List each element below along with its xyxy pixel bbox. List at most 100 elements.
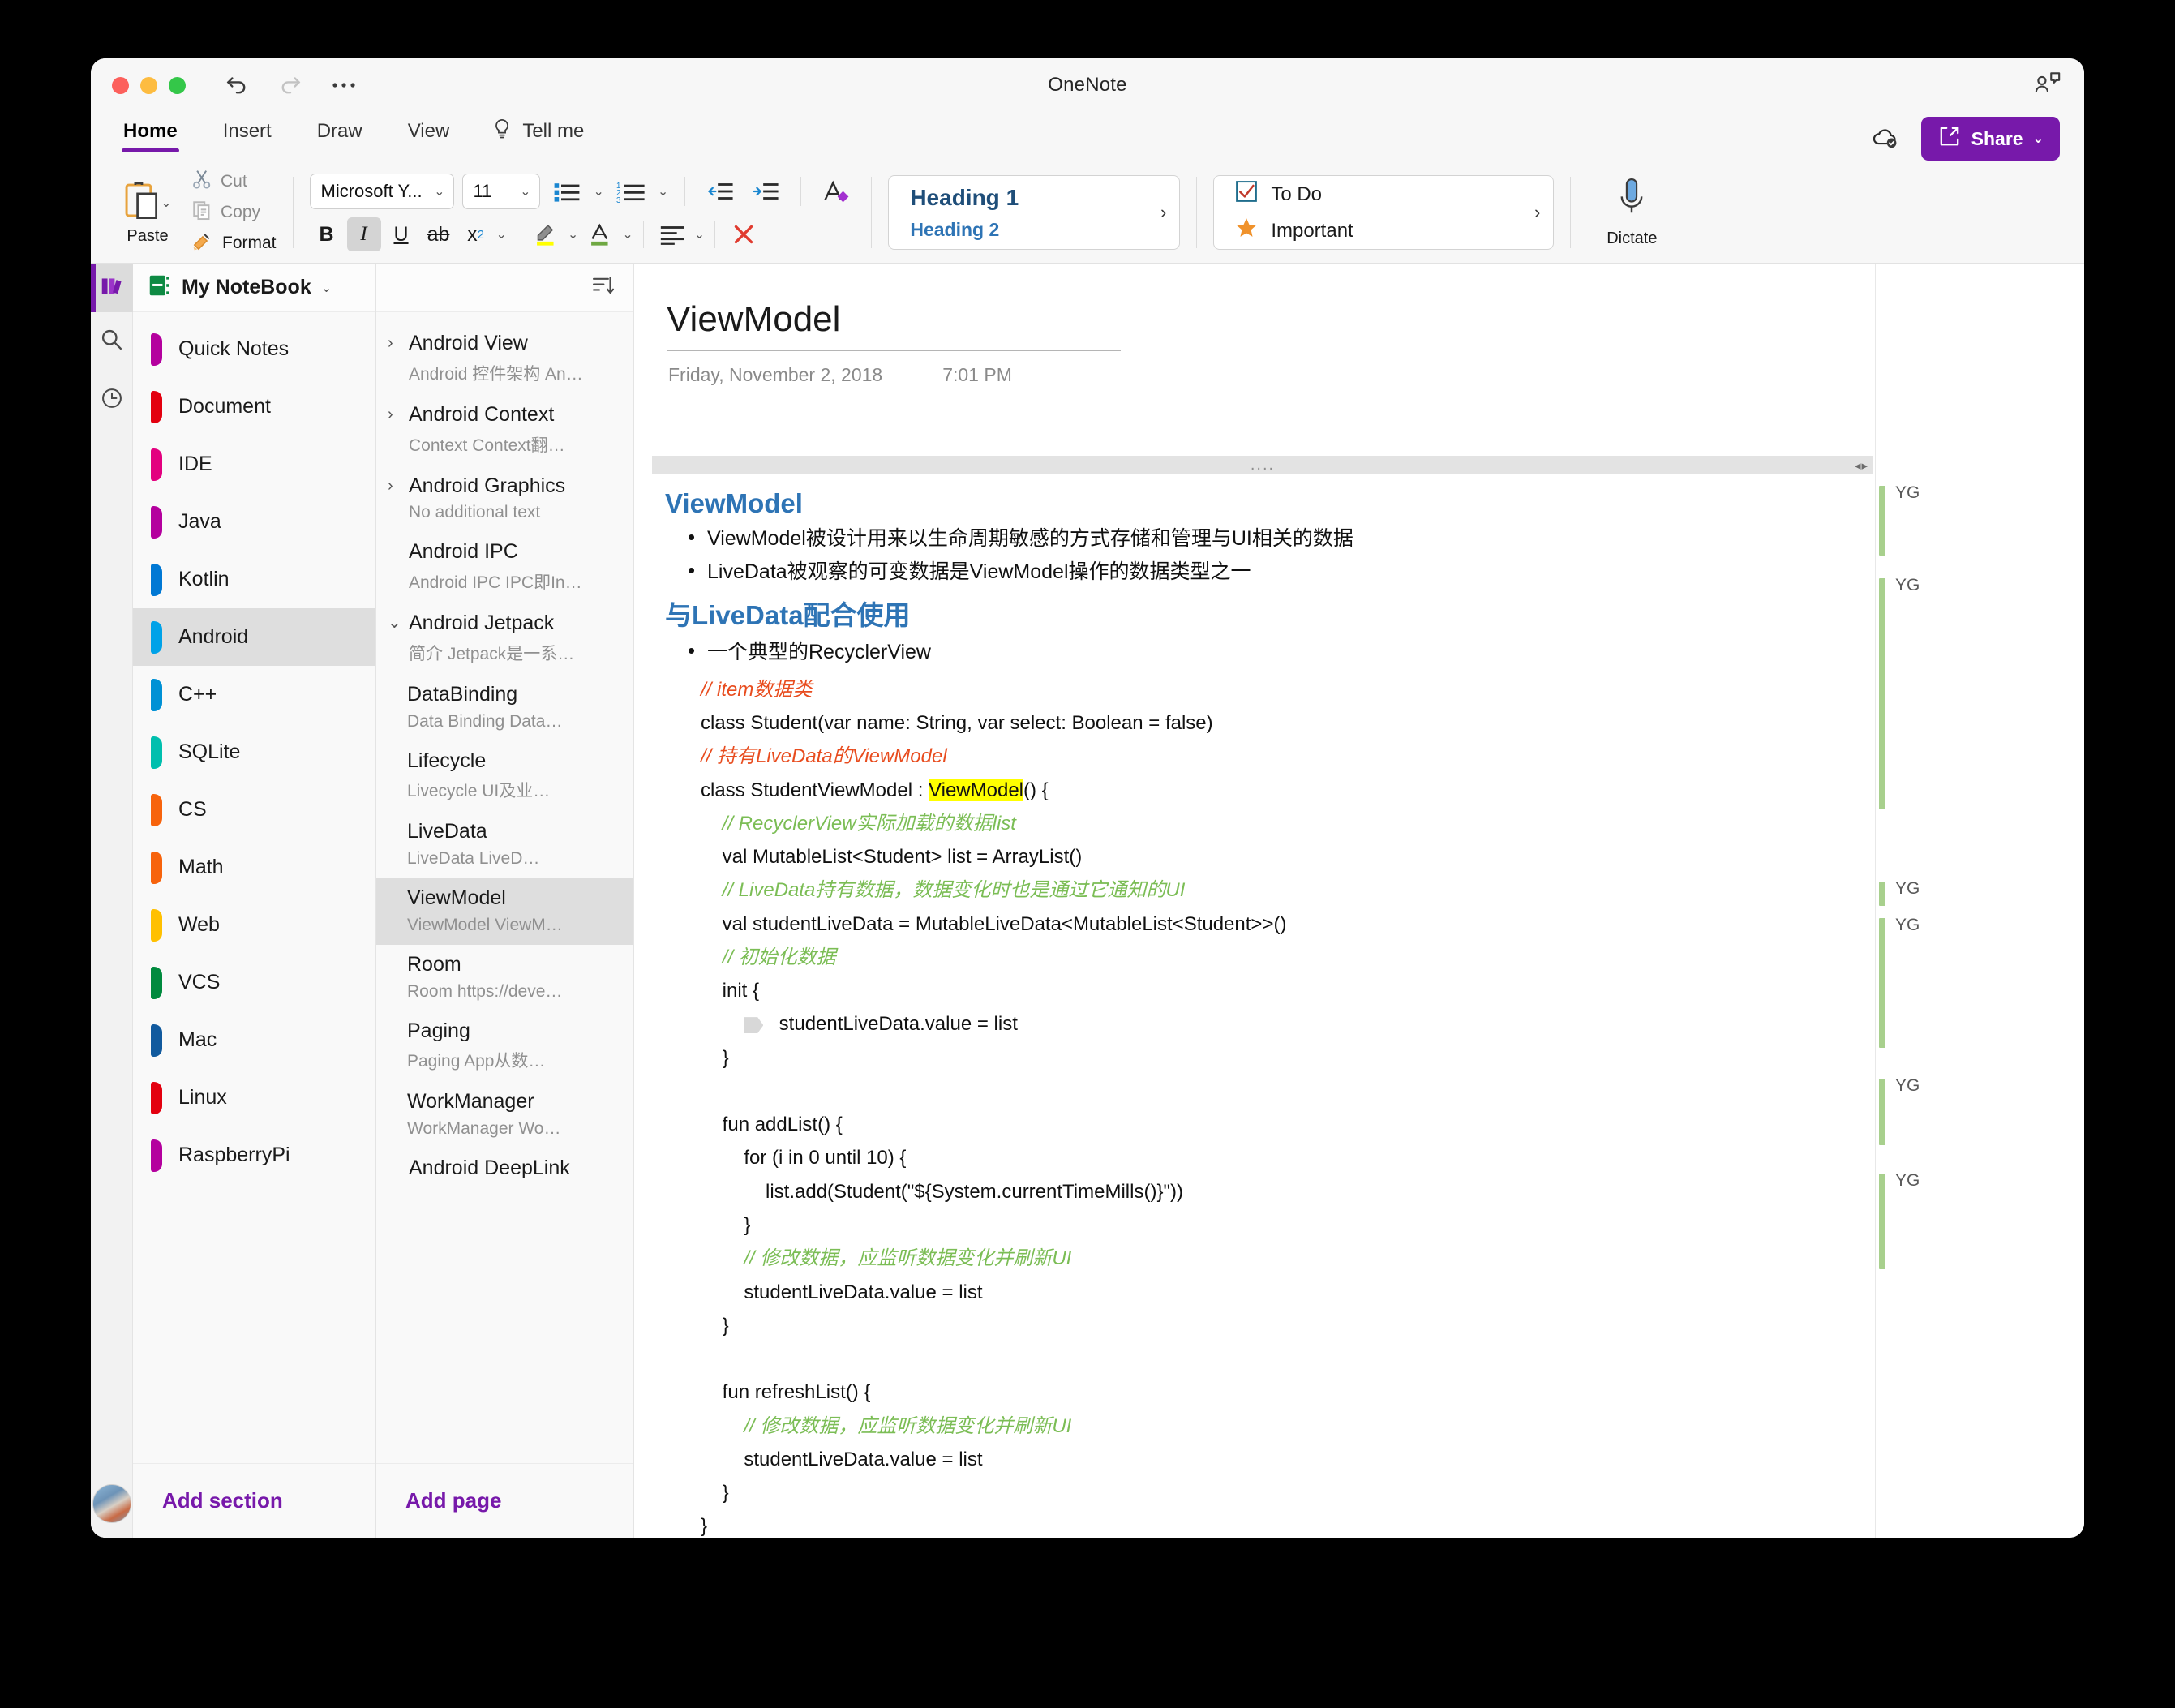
dictate-group: Dictate: [1576, 162, 1688, 263]
chevron-down-icon[interactable]: ⌄: [388, 612, 401, 634]
page-item-android-graphics[interactable]: › Android Graphics No additional text: [376, 466, 633, 533]
tags-expand-icon[interactable]: ›: [1534, 202, 1540, 223]
numbering-chevron-icon[interactable]: ⌄: [658, 183, 668, 200]
note-bullet: 一个典型的RecyclerView: [665, 635, 2084, 667]
section-item-raspberrypi[interactable]: RaspberryPi: [133, 1127, 375, 1184]
cloud-synced-icon[interactable]: [1871, 125, 1902, 153]
page-item-paging[interactable]: Paging Paging App从数…: [376, 1011, 633, 1083]
font-color-chevron-icon[interactable]: ⌄: [622, 226, 633, 242]
styles-gallery[interactable]: Heading 1 Heading 2 ›: [888, 175, 1181, 250]
rail-item-recent[interactable]: [91, 371, 133, 429]
page-item-workmanager[interactable]: WorkManager WorkManager Wo…: [376, 1082, 633, 1148]
add-section-button[interactable]: Add section: [133, 1463, 375, 1538]
bullets-button[interactable]: [548, 174, 586, 208]
page-item-lifecycle[interactable]: Lifecycle Livecycle UI及业…: [376, 741, 633, 813]
tab-view[interactable]: View: [405, 120, 453, 154]
tab-insert[interactable]: Insert: [220, 120, 275, 154]
paste-options-chevron-icon[interactable]: ⌄: [161, 195, 171, 211]
font-name-select[interactable]: Microsoft Y... ⌄: [309, 174, 454, 209]
chevron-right-icon[interactable]: ›: [388, 404, 401, 426]
note-canvas[interactable]: ViewModel Friday, November 2, 2018 7:01 …: [634, 264, 2084, 1538]
highlight-chevron-icon[interactable]: ⌄: [568, 226, 578, 242]
page-item-android-context[interactable]: › Android Context Context Context翻…: [376, 395, 633, 466]
page-title[interactable]: ViewModel: [667, 299, 2084, 340]
tags-gallery[interactable]: To Do Important ›: [1213, 175, 1555, 250]
page-item-databinding[interactable]: DataBinding Data Binding Data…: [376, 675, 633, 741]
avatar[interactable]: [92, 1484, 131, 1523]
bullets-chevron-icon[interactable]: ⌄: [594, 183, 604, 200]
chevron-down-icon[interactable]: ⌄: [321, 280, 332, 296]
tag-important[interactable]: Important: [1235, 217, 1353, 245]
section-item-quick-notes[interactable]: Quick Notes: [133, 320, 375, 378]
section-item-linux[interactable]: Linux: [133, 1069, 375, 1127]
tab-draw[interactable]: Draw: [314, 120, 366, 154]
section-item-java[interactable]: Java: [133, 493, 375, 551]
tab-home[interactable]: Home: [120, 120, 181, 154]
section-color-tab: [151, 736, 162, 769]
share-button[interactable]: Share ⌄: [1920, 117, 2060, 161]
resize-arrows-icon[interactable]: ◂▸: [1855, 458, 1868, 473]
clear-formatting-button[interactable]: [817, 174, 855, 208]
page-item-android-ipc[interactable]: Android IPC Android IPC IPC即In…: [376, 532, 633, 603]
chevron-down-icon[interactable]: ⌄: [520, 183, 530, 200]
clear-all-formatting-button[interactable]: [725, 217, 762, 251]
font-color-button[interactable]: [581, 217, 619, 251]
rail-item-search[interactable]: [91, 312, 133, 371]
section-item-math[interactable]: Math: [133, 839, 375, 896]
chevron-right-icon[interactable]: ›: [388, 475, 401, 497]
chevron-down-icon[interactable]: ⌄: [2033, 131, 2044, 147]
cut-button[interactable]: Cut: [191, 169, 277, 195]
bold-button[interactable]: B: [310, 217, 344, 251]
styles-expand-icon[interactable]: ›: [1160, 202, 1166, 223]
section-item-mac[interactable]: Mac: [133, 1011, 375, 1069]
tag-to-do[interactable]: To Do: [1235, 180, 1353, 208]
section-item-ide[interactable]: IDE: [133, 436, 375, 493]
paste-button[interactable]: ⌄ Paste: [110, 179, 185, 246]
author-mark: YG: [1879, 484, 1920, 556]
note-content-block[interactable]: .... ◂▸ ViewModel ViewModel被设计用来以生命周期敏感的…: [652, 456, 2084, 1538]
copy-button[interactable]: Copy: [191, 200, 277, 225]
section-item-android[interactable]: Android: [133, 608, 375, 666]
subscript-button[interactable]: x2: [459, 217, 493, 251]
page-item-room[interactable]: Room Room https://deve…: [376, 945, 633, 1011]
dictate-button[interactable]: Dictate: [1587, 177, 1676, 248]
style-heading-1[interactable]: Heading 1: [910, 185, 1019, 211]
section-item-c-[interactable]: C++: [133, 666, 375, 723]
italic-button[interactable]: I: [346, 217, 381, 251]
page-item-livedata[interactable]: LiveData LiveData LiveD…: [376, 812, 633, 878]
subscript-chevron-icon[interactable]: ⌄: [496, 226, 507, 242]
page-item-android-jetpack[interactable]: ⌄ Android Jetpack 简介 Jetpack是一系…: [376, 603, 633, 675]
notebook-header[interactable]: My NoteBook ⌄: [133, 264, 375, 312]
tell-me-button[interactable]: Tell me: [491, 118, 584, 157]
note-block-handle[interactable]: .... ◂▸: [652, 456, 1873, 474]
section-color-tab: [151, 908, 162, 942]
people-comment-icon[interactable]: [2032, 70, 2063, 101]
underline-button[interactable]: U: [384, 217, 418, 251]
section-item-vcs[interactable]: VCS: [133, 954, 375, 1011]
font-size-select[interactable]: 11 ⌄: [461, 174, 540, 209]
align-button[interactable]: [654, 217, 691, 251]
rail-item-notebooks[interactable]: [91, 264, 133, 312]
section-item-web[interactable]: Web: [133, 896, 375, 954]
increase-indent-button[interactable]: [747, 174, 784, 208]
strikethrough-button[interactable]: ab: [422, 217, 456, 251]
sort-icon[interactable]: [590, 273, 616, 302]
style-heading-2[interactable]: Heading 2: [910, 219, 1019, 241]
section-item-document[interactable]: Document: [133, 378, 375, 436]
page-item-android-view[interactable]: › Android View Android 控件架构 An…: [376, 324, 633, 395]
page-item-viewmodel[interactable]: ViewModel ViewModel ViewM…: [376, 878, 633, 945]
chevron-right-icon[interactable]: ›: [388, 333, 401, 354]
chevron-down-icon[interactable]: ⌄: [434, 183, 444, 200]
section-item-sqlite[interactable]: SQLite: [133, 723, 375, 781]
align-chevron-icon[interactable]: ⌄: [694, 226, 705, 242]
numbering-button[interactable]: 1 2 3: [612, 174, 650, 208]
collapse-triangle-icon[interactable]: [744, 1017, 764, 1034]
section-item-cs[interactable]: CS: [133, 781, 375, 839]
section-item-kotlin[interactable]: Kotlin: [133, 551, 375, 608]
page-item-android-deeplink[interactable]: Android DeepLink: [376, 1148, 633, 1192]
text-highlight-button[interactable]: [527, 217, 564, 251]
page-list: › Android View Android 控件架构 An… › Android Co…: [376, 312, 633, 1463]
format-painter-button[interactable]: Format: [191, 230, 277, 256]
decrease-indent-button[interactable]: [701, 174, 739, 208]
add-page-button[interactable]: Add page: [376, 1463, 633, 1538]
